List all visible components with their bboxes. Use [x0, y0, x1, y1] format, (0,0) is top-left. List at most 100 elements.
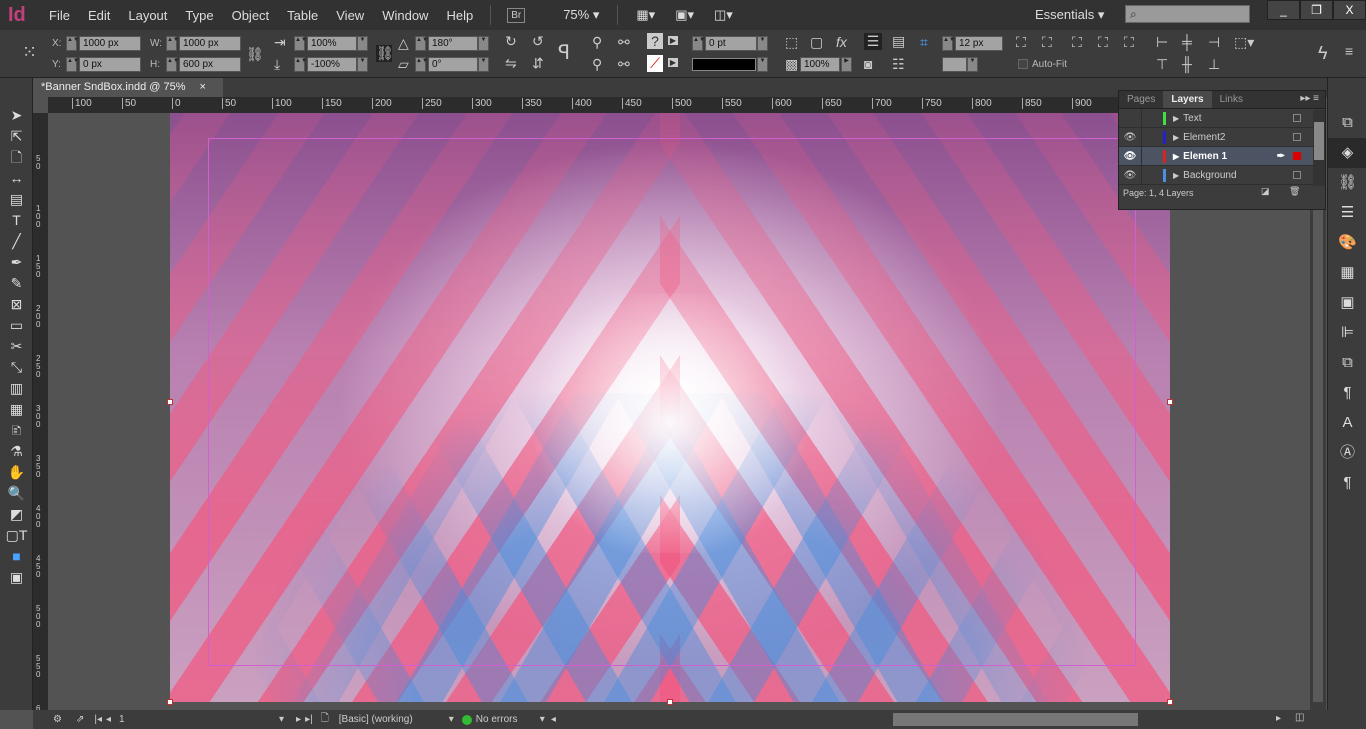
- rectangle-tool-icon[interactable]: ▭: [0, 315, 33, 336]
- zoom-dropdown[interactable]: 75% ▾: [563, 7, 599, 23]
- note-tool-icon[interactable]: 🗈: [0, 420, 33, 441]
- close-window-button[interactable]: X: [1333, 0, 1366, 20]
- formatting-icon[interactable]: ▢T: [0, 525, 33, 546]
- preflight-status[interactable]: No errors: [476, 714, 540, 725]
- selection-square[interactable]: [1293, 114, 1301, 122]
- menu-edit[interactable]: Edit: [79, 8, 119, 23]
- tab-layers[interactable]: Layers: [1163, 91, 1212, 108]
- rectangle-frame-tool-icon[interactable]: ⊠: [0, 294, 33, 315]
- split-view-icon[interactable]: ◫: [1295, 712, 1304, 723]
- expand-triangle-icon[interactable]: ▶: [1173, 152, 1179, 161]
- gap-stepper[interactable]: ▲▼: [942, 36, 955, 51]
- menu-object[interactable]: Object: [223, 8, 279, 23]
- profile-dropdown[interactable]: ▾: [449, 714, 454, 725]
- rotate-cw-icon[interactable]: ↻: [505, 33, 517, 50]
- menu-file[interactable]: File: [40, 8, 79, 23]
- flip-horizontal-icon[interactable]: ⇋: [505, 55, 517, 72]
- corner-options-icon[interactable]: ⬚: [785, 34, 798, 51]
- fit-content-icon[interactable]: ⛶: [1042, 34, 1052, 51]
- y-field[interactable]: 0 px: [79, 57, 141, 72]
- quick-apply-icon[interactable]: ϟ: [1318, 43, 1328, 64]
- select-container-icon[interactable]: ⚲: [592, 34, 602, 51]
- fit-proportional-icon[interactable]: ⛶: [1098, 34, 1108, 51]
- effects-icon[interactable]: fx: [836, 34, 847, 50]
- flip-vertical-icon[interactable]: ⇵: [532, 55, 544, 72]
- workspace-dropdown[interactable]: Essentials ▾: [1035, 7, 1104, 23]
- selection-square[interactable]: [1293, 171, 1301, 179]
- menu-layout[interactable]: Layout: [119, 8, 176, 23]
- selection-handle[interactable]: [667, 699, 673, 705]
- fill-stroke-icon[interactable]: ◩: [0, 504, 33, 525]
- layers-panel-icon[interactable]: ◈: [1328, 138, 1366, 168]
- text-wrap-none-icon[interactable]: ☰: [864, 33, 882, 50]
- preflight-dropdown[interactable]: ▾: [540, 714, 545, 725]
- opacity-arrow[interactable]: ▶: [841, 57, 852, 72]
- zoom-tool-icon[interactable]: 🔍: [0, 483, 33, 504]
- gradient-tool-icon[interactable]: ▥: [0, 378, 33, 399]
- select-next-icon[interactable]: ⚯: [618, 56, 630, 73]
- gap-field[interactable]: 12 px: [955, 36, 1003, 51]
- next-page-icon[interactable]: ▸: [296, 714, 301, 725]
- layers-scrollbar[interactable]: [1313, 110, 1325, 186]
- pages-panel-icon[interactable]: ⧉: [1328, 108, 1366, 138]
- menu-help[interactable]: Help: [437, 8, 482, 23]
- stroke-weight-dropdown[interactable]: ▼: [757, 36, 768, 51]
- minimize-button[interactable]: _: [1267, 0, 1300, 20]
- lock-toggle[interactable]: [1141, 127, 1159, 147]
- paragraph-panel-icon[interactable]: ¶: [1328, 378, 1366, 408]
- preflight-profile[interactable]: [Basic] (working): [339, 714, 449, 725]
- close-tab-icon[interactable]: ×: [199, 81, 205, 93]
- text-wrap-panel-icon[interactable]: ▣: [1328, 288, 1366, 318]
- stroke-type-swatch[interactable]: [692, 58, 756, 71]
- visibility-eye-icon[interactable]: 👁: [1119, 151, 1141, 162]
- scale-x-field[interactable]: 100%: [307, 36, 357, 51]
- rotate-ccw-icon[interactable]: ↺: [532, 33, 544, 50]
- constrain-proportions-icon[interactable]: ⛓: [246, 46, 264, 63]
- scissors-tool-icon[interactable]: ✂: [0, 336, 33, 357]
- search-input[interactable]: [1125, 5, 1250, 23]
- rotate-field[interactable]: 180°: [428, 36, 478, 51]
- document-tab[interactable]: *Banner SndBox.indd @ 75% ×: [33, 78, 223, 97]
- horizontal-scroll-thumb[interactable]: [893, 713, 1138, 726]
- scroll-left-icon[interactable]: ◂: [551, 714, 556, 725]
- direct-selection-tool-icon[interactable]: ⇱: [0, 126, 33, 147]
- drop-shadow-icon[interactable]: ▢: [810, 34, 823, 51]
- layer-row[interactable]: 👁 ▶ Elemen 1 ✒: [1119, 146, 1313, 166]
- menu-view[interactable]: View: [327, 8, 373, 23]
- character-panel-icon[interactable]: A: [1328, 408, 1366, 438]
- table-panel-icon[interactable]: ▦: [1328, 258, 1366, 288]
- align-bottom-icon[interactable]: ⊥: [1208, 56, 1220, 73]
- lock-toggle[interactable]: [1141, 108, 1159, 128]
- page-number-field[interactable]: 1: [119, 714, 199, 725]
- expand-triangle-icon[interactable]: ▶: [1173, 171, 1179, 180]
- view-options-icon[interactable]: ▦▾: [636, 7, 655, 23]
- x-field[interactable]: 1000 px: [79, 36, 141, 51]
- vertical-ruler[interactable]: 5 0 1 0 0 1 5 0 2 0 0 2 5 0 3 0 0 3 5 0 4 0 0 4 …: [33, 113, 48, 710]
- y-stepper[interactable]: ▲▼: [66, 57, 79, 72]
- screen-mode-icon[interactable]: ▣▾: [675, 7, 694, 23]
- line-tool-icon[interactable]: ╱: [0, 231, 33, 252]
- preflight-options-icon[interactable]: ⚙: [53, 714, 62, 725]
- stroke-weight-field[interactable]: 0 pt: [705, 36, 757, 51]
- scale-y-stepper[interactable]: ▲▼: [294, 57, 307, 72]
- links-panel-icon[interactable]: ⛓: [1328, 168, 1366, 198]
- swatches-panel-icon[interactable]: 🎨: [1328, 228, 1366, 258]
- selection-square[interactable]: [1293, 133, 1301, 141]
- eyedropper-tool-icon[interactable]: ⚗: [0, 441, 33, 462]
- rotate-dropdown[interactable]: ▼: [478, 36, 489, 51]
- select-previous-icon[interactable]: ⚯: [618, 34, 630, 51]
- autofit-checkbox[interactable]: [1018, 59, 1028, 69]
- open-in-window-icon[interactable]: ⇗: [76, 714, 84, 725]
- x-stepper[interactable]: ▲▼: [66, 36, 79, 51]
- fit-frame-icon[interactable]: ⛶: [1072, 34, 1082, 51]
- menu-window[interactable]: Window: [373, 8, 437, 23]
- page-dropdown[interactable]: ▾: [279, 714, 284, 725]
- w-field[interactable]: 1000 px: [179, 36, 241, 51]
- apply-color-icon[interactable]: ■: [0, 546, 33, 567]
- panel-menu-icon[interactable]: ▸▸ ≡: [1300, 93, 1319, 104]
- delete-layer-icon[interactable]: 🗑: [1289, 186, 1300, 197]
- frame-fit-dropdown[interactable]: ▼: [967, 57, 978, 72]
- page-tool-icon[interactable]: 🗋: [0, 147, 33, 168]
- visibility-eye-icon[interactable]: 👁: [1119, 132, 1141, 143]
- selection-handle[interactable]: [1167, 399, 1173, 405]
